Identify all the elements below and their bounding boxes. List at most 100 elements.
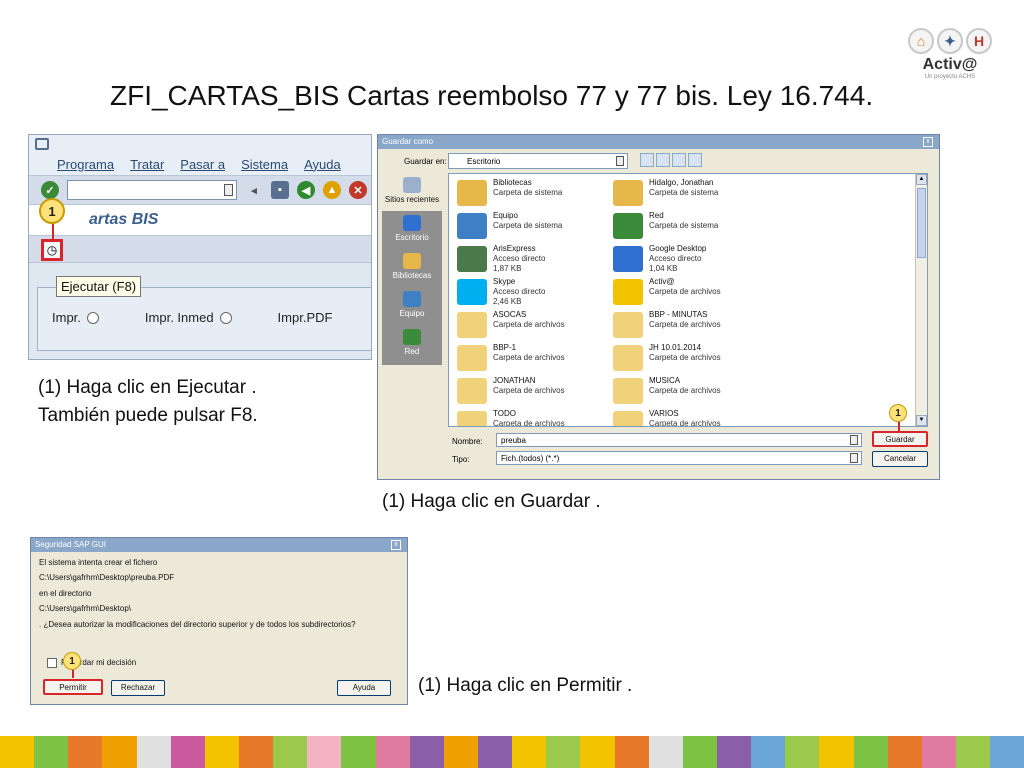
stripe <box>921 736 956 768</box>
file-item[interactable]: JONATHAN Carpeta de archivos <box>453 376 603 406</box>
command-field[interactable] <box>67 180 237 200</box>
place-recent[interactable]: Sitios recientes <box>382 173 442 211</box>
file-item[interactable]: Hidalgo, Jonathan Carpeta de sistema <box>609 178 759 208</box>
file-item[interactable]: JH 10.01.2014 Carpeta de archivos <box>609 343 759 373</box>
place-desktop-label: Escritorio <box>395 233 429 242</box>
security-line4: C:\Users\gafrhm\Desktop\ <box>39 604 132 613</box>
file-type: Carpeta de sistema <box>493 221 563 230</box>
folder-icon <box>613 279 643 305</box>
file-item[interactable]: Activ@ Carpeta de archivos <box>609 277 759 307</box>
file-item[interactable]: VARIOS Carpeta de archivos <box>609 409 759 426</box>
enter-check-icon[interactable]: ✓ <box>41 181 59 199</box>
recent-icon <box>403 177 421 193</box>
filename-dropdown-icon[interactable] <box>850 435 858 445</box>
menu-tratar[interactable]: Tratar <box>130 157 164 172</box>
place-recent-label: Sitios recientes <box>384 195 440 204</box>
remember-checkbox[interactable] <box>47 658 57 668</box>
file-list[interactable]: ▲ ▼ Bibliotecas Carpeta de sistema Hidalgo… <box>448 173 928 427</box>
filename-input[interactable]: preuba <box>496 433 862 447</box>
file-type: Acceso directo <box>493 254 546 263</box>
hospital-icon: H <box>966 28 992 54</box>
stripe <box>0 736 35 768</box>
stripe <box>648 736 683 768</box>
back-icon[interactable]: ◀ <box>297 181 315 199</box>
logo-text: Activ@ <box>922 56 978 73</box>
security-titlebar: Seguridad SAP GUI x <box>31 538 407 552</box>
remember-decision[interactable]: Recordar mi decisión <box>47 658 136 668</box>
file-type: Carpeta de archivos <box>493 353 565 362</box>
file-item[interactable]: BBP-1 Carpeta de archivos <box>453 343 603 373</box>
radio-impr-circle[interactable] <box>86 311 99 324</box>
file-item[interactable]: Skype Acceso directo 2,46 KB <box>453 277 603 307</box>
file-item[interactable]: TODO Carpeta de archivos <box>453 409 603 426</box>
file-list-scrollbar[interactable]: ▲ ▼ <box>915 174 927 426</box>
place-network[interactable]: Red <box>382 325 442 363</box>
folder-icon <box>457 246 487 272</box>
security-line5: . ¿Desea autorizar la modificaciones del… <box>39 620 356 629</box>
stripe <box>990 736 1024 768</box>
transaction-title: artas BIS <box>29 205 371 235</box>
scroll-up-icon[interactable]: ▲ <box>916 174 927 185</box>
look-in-select[interactable]: Escritorio <box>448 153 628 169</box>
close-icon[interactable]: x <box>923 137 933 147</box>
menu-programa[interactable]: Programa <box>57 157 114 172</box>
file-type: Acceso directo <box>493 287 546 296</box>
command-dropdown-icon[interactable] <box>224 184 233 196</box>
file-name: Skype <box>493 277 516 286</box>
file-item[interactable]: ArisExpress Acceso directo 1,87 KB <box>453 244 603 274</box>
menu-sistema[interactable]: Sistema <box>241 157 288 172</box>
radio-impr[interactable]: Impr. <box>52 310 99 325</box>
look-in-dropdown-icon[interactable] <box>616 156 624 166</box>
stripe <box>273 736 308 768</box>
back-icon[interactable] <box>640 153 654 167</box>
close-icon[interactable]: x <box>391 540 401 550</box>
save-icon[interactable]: ▪ <box>271 181 289 199</box>
stripe <box>853 736 888 768</box>
caption-step3: (1) Haga clic en Permitir . <box>418 675 633 696</box>
allow-button[interactable]: Permitir <box>43 679 103 695</box>
execute-clock-icon[interactable]: ◷ <box>41 239 63 261</box>
file-size: 1,87 KB <box>493 264 522 273</box>
menu-ayuda[interactable]: Ayuda <box>304 157 341 172</box>
place-libraries-label: Bibliotecas <box>392 271 432 280</box>
file-item[interactable]: BBP - MINUTAS Carpeta de archivos <box>609 310 759 340</box>
up-folder-icon[interactable] <box>656 153 670 167</box>
place-libraries[interactable]: Bibliotecas <box>382 249 442 287</box>
system-menu-icon[interactable] <box>35 138 49 150</box>
file-item[interactable]: MUSICA Carpeta de archivos <box>609 376 759 406</box>
stripe <box>341 736 376 768</box>
stripe <box>955 736 991 768</box>
menu-pasar-a[interactable]: Pasar a <box>180 157 225 172</box>
filetype-label: Tipo: <box>452 455 470 464</box>
cancel-icon[interactable]: ✕ <box>349 181 367 199</box>
step-badge-save: 1 <box>889 404 907 422</box>
file-item[interactable]: ASOCAS Carpeta de archivos <box>453 310 603 340</box>
scroll-down-icon[interactable]: ▼ <box>916 415 927 426</box>
file-item[interactable]: Google Desktop Acceso directo 1,04 KB <box>609 244 759 274</box>
radio-impr-inmed-circle[interactable] <box>219 311 232 324</box>
help-button[interactable]: Ayuda <box>337 680 391 696</box>
file-item[interactable]: Bibliotecas Carpeta de sistema <box>453 178 603 208</box>
new-folder-icon[interactable] <box>672 153 686 167</box>
radio-impr-pdf[interactable]: Impr.PDF <box>278 310 333 325</box>
filetype-dropdown-icon[interactable] <box>850 453 858 463</box>
radio-impr-inmed[interactable]: Impr. Inmed <box>145 310 232 325</box>
file-name: Red <box>649 211 664 220</box>
stripe <box>580 736 615 768</box>
view-menu-icon[interactable] <box>688 153 702 167</box>
file-type: Carpeta de archivos <box>649 386 721 395</box>
look-in-label: Guardar en: <box>404 157 447 166</box>
file-item[interactable]: Equipo Carpeta de sistema <box>453 211 603 241</box>
file-item[interactable]: Red Carpeta de sistema <box>609 211 759 241</box>
stripe <box>136 736 171 768</box>
place-computer[interactable]: Equipo <box>382 287 442 325</box>
save-button[interactable]: Guardar <box>872 431 928 447</box>
stripe <box>204 736 239 768</box>
place-desktop[interactable]: Escritorio <box>382 211 442 249</box>
deny-button[interactable]: Rechazar <box>111 680 165 696</box>
exit-icon[interactable]: ▲ <box>323 181 341 199</box>
cancel-button[interactable]: Cancelar <box>872 451 928 467</box>
filetype-select[interactable]: Fich.(todos) (*.*) <box>496 451 862 465</box>
scroll-thumb[interactable] <box>917 188 926 258</box>
logo-subtitle: Un proyecto ACHS <box>924 74 976 80</box>
